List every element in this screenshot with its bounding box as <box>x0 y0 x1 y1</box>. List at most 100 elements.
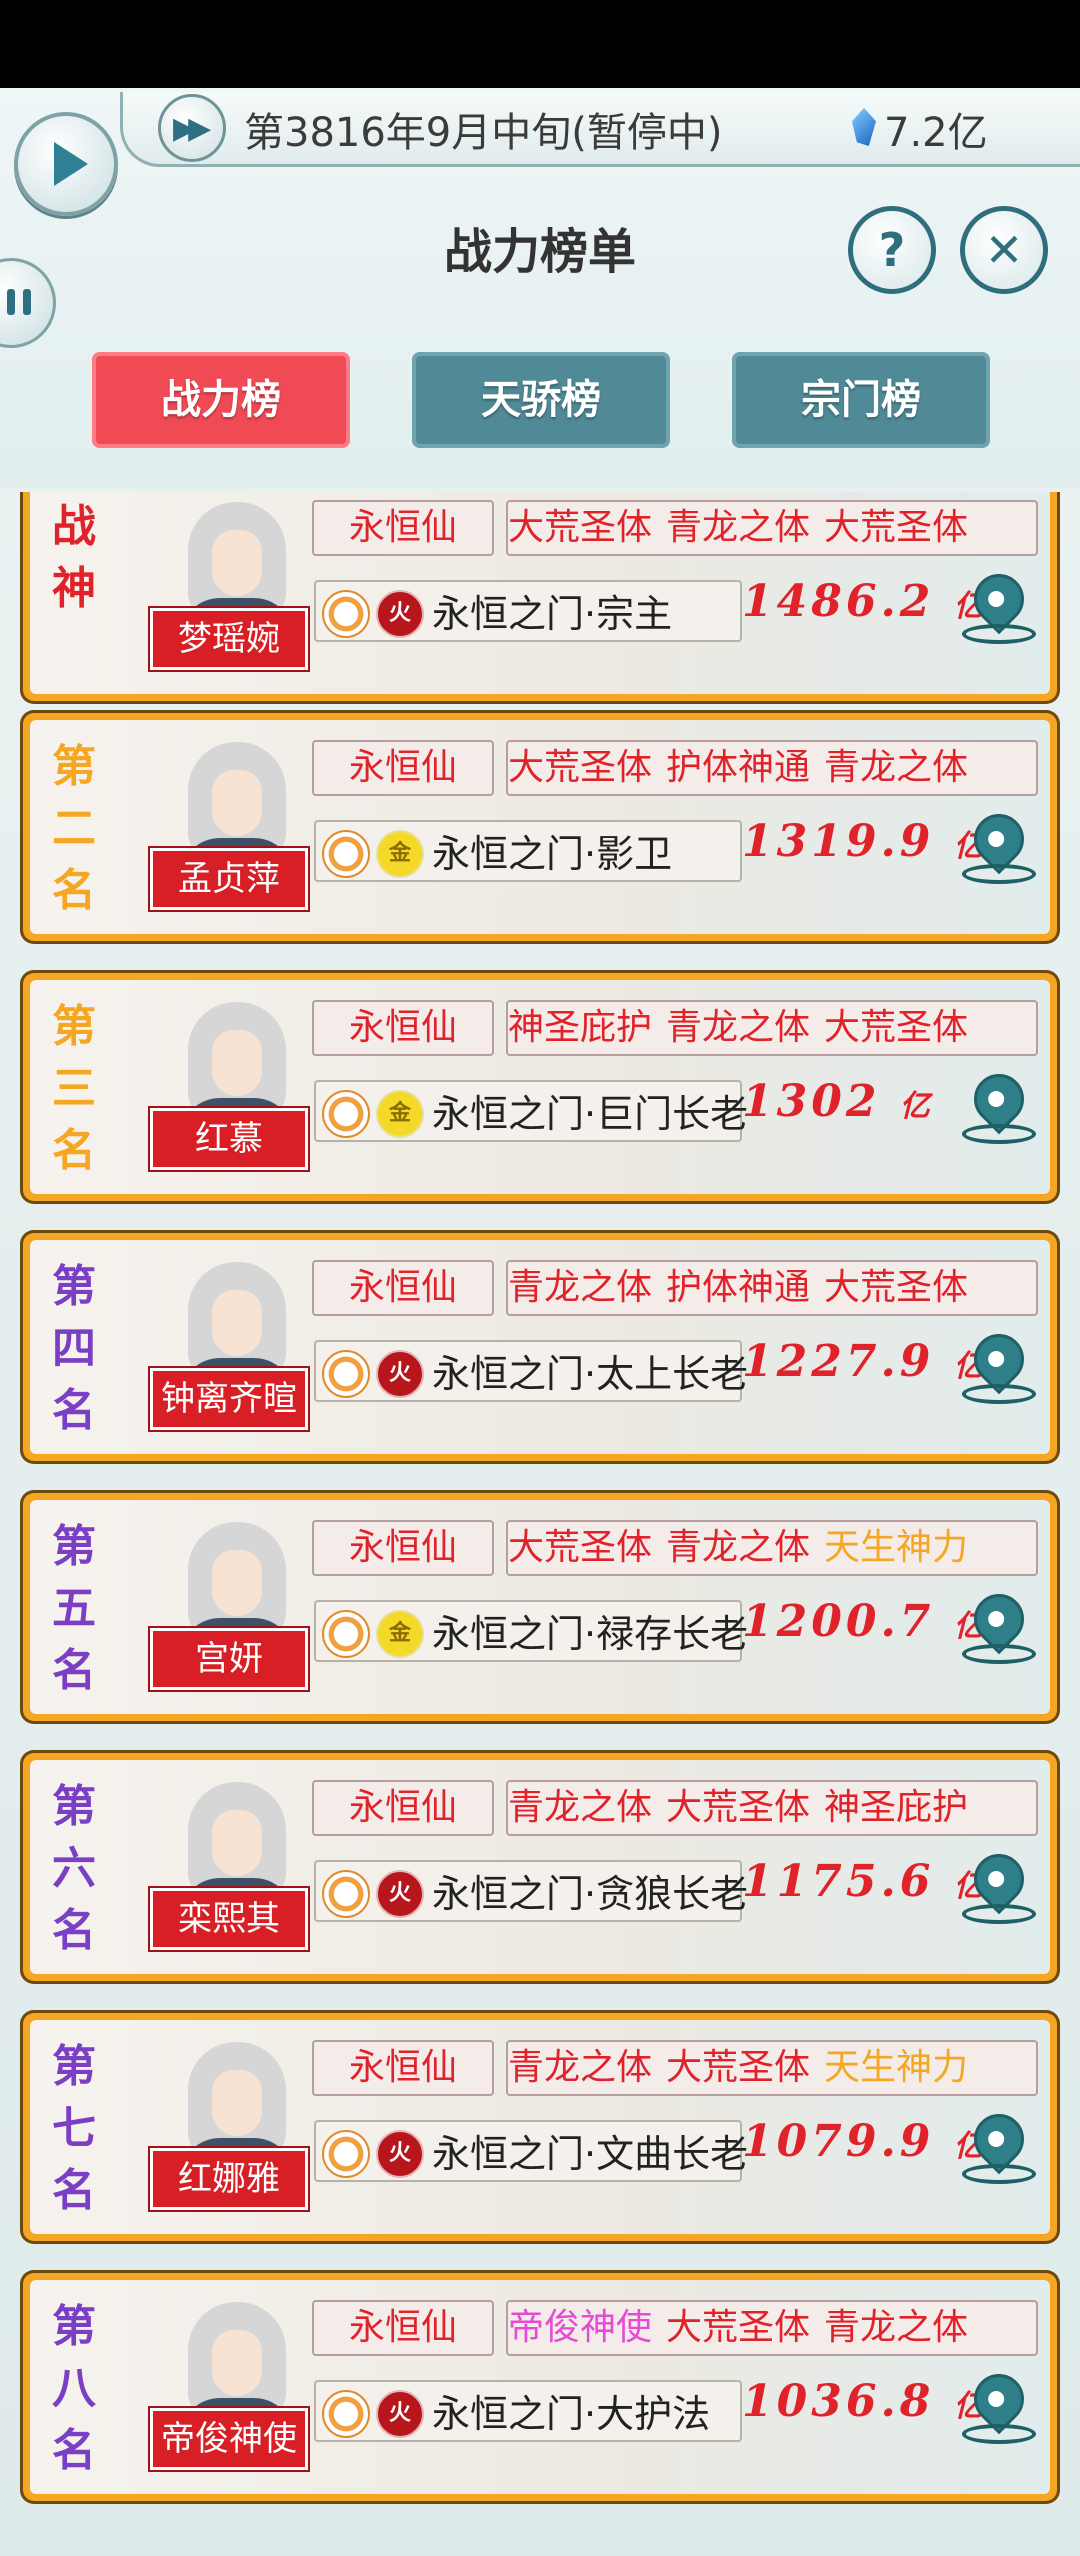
realm-label: 永恒仙 <box>312 1000 494 1056</box>
trait-label: 护体神通 <box>666 1267 811 1308</box>
location-icon-base <box>962 1124 1036 1144</box>
trait-label: 青龙之体 <box>508 1267 653 1308</box>
location-icon-base <box>962 624 1036 644</box>
sect-title: 永恒之门·巨门长老 <box>432 1091 749 1136</box>
trait-label: 青龙之体 <box>666 1007 811 1048</box>
location-icon-base <box>962 1904 1036 1924</box>
trait-label: 大荒圣体 <box>824 1267 969 1308</box>
card-body: 第三名 红慕 永恒仙 神圣庇护 青龙之体 大荒圣体金永恒之门·巨门长老 1302 亿 <box>30 980 1050 1194</box>
trait-label: 青龙之体 <box>508 1787 653 1828</box>
trait-label: 大荒圣体 <box>508 507 653 548</box>
rank-card[interactable]: 第七名 红娜雅 永恒仙 青龙之体 大荒圣体 天生神力火永恒之门·文曲长老 1079.9 亿 <box>20 2010 1060 2244</box>
sun-icon <box>322 1869 370 1918</box>
trait-label: 青龙之体 <box>824 2307 969 2348</box>
combat-power: 1036.8 亿 <box>742 2376 984 2427</box>
character-name: 栾熙其 <box>150 1888 308 1950</box>
character-name: 钟离齐暄 <box>150 1368 308 1430</box>
location-icon-base <box>962 1644 1036 1664</box>
character-name: 红娜雅 <box>150 2148 308 2210</box>
rank-card[interactable]: 第四名 钟离齐暄 永恒仙 青龙之体 护体神通 大荒圣体火永恒之门·太上长老 1227.9 亿 <box>20 1230 1060 1464</box>
rank-card[interactable]: 战神 梦瑶婉 永恒仙 大荒圣体 青龙之体 大荒圣体火永恒之门·宗主 1486.2 亿 <box>20 492 1060 704</box>
traits-box: 大荒圣体 青龙之体 天生神力 <box>506 1520 1038 1576</box>
card-body: 第五名 宫妍 永恒仙 大荒圣体 青龙之体 天生神力金永恒之门·禄存长老 1200.7 亿 <box>30 1500 1050 1714</box>
rank-label: 第七名 <box>52 2041 96 2216</box>
sect-box: 火永恒之门·太上长老 <box>314 1340 748 1402</box>
rank-card[interactable]: 第八名 帝俊神使 永恒仙 帝俊神使 大荒圣体 青龙之体火永恒之门·大护法 1036.8 亿 <box>20 2270 1060 2504</box>
help-icon[interactable]: ? <box>848 206 936 294</box>
traits-box: 帝俊神使 大荒圣体 青龙之体 <box>506 2300 1038 2356</box>
realm-label: 永恒仙 <box>312 500 494 556</box>
tab-power-rank[interactable]: 战力榜 <box>92 352 350 448</box>
sun-icon <box>322 2389 370 2438</box>
element-icon: 金 <box>376 829 424 878</box>
trait-label: 大荒圣体 <box>666 2047 811 2088</box>
sun-icon <box>322 1349 370 1398</box>
currency-amount: 7.2亿 <box>884 110 988 156</box>
sect-box: 火永恒之门·大护法 <box>314 2380 742 2442</box>
trait-label: 帝俊神使 <box>508 2307 653 2348</box>
traits-box: 青龙之体 护体神通 大荒圣体 <box>506 1260 1038 1316</box>
rank-card[interactable]: 第六名 栾熙其 永恒仙 青龙之体 大荒圣体 神圣庇护火永恒之门·贪狼长老 1175.6 亿 <box>20 1750 1060 1984</box>
sun-icon <box>322 1089 370 1138</box>
rank-card[interactable]: 第三名 红慕 永恒仙 神圣庇护 青龙之体 大荒圣体金永恒之门·巨门长老 1302 亿 <box>20 970 1060 1204</box>
ranking-list[interactable]: 战神 梦瑶婉 永恒仙 大荒圣体 青龙之体 大荒圣体火永恒之门·宗主 1486.2 亿第二名孟… <box>0 492 1080 2556</box>
trait-label: 大荒圣体 <box>666 1787 811 1828</box>
sun-icon <box>322 2129 370 2178</box>
sun-icon <box>322 589 370 638</box>
sect-box: 火永恒之门·宗主 <box>314 580 742 642</box>
element-icon: 金 <box>376 1089 424 1138</box>
sect-title: 永恒之门·文曲长老 <box>432 2131 749 2176</box>
trait-label: 大荒圣体 <box>824 507 969 548</box>
rank-label: 第三名 <box>52 1001 96 1176</box>
trait-label: 青龙之体 <box>508 2047 653 2088</box>
sun-icon <box>322 829 370 878</box>
location-icon-base <box>962 864 1036 884</box>
play-icon[interactable] <box>14 112 118 216</box>
tab-sect-rank[interactable]: 宗门榜 <box>732 352 990 448</box>
combat-power: 1319.9 亿 <box>742 816 984 867</box>
trait-label: 神圣庇护 <box>824 1787 969 1828</box>
combat-power: 1200.7 亿 <box>742 1596 984 1647</box>
trait-label: 青龙之体 <box>666 507 811 548</box>
tab-prodigy-rank[interactable]: 天骄榜 <box>412 352 670 448</box>
status-bar <box>0 0 1080 88</box>
rank-label: 战神 <box>52 501 96 614</box>
rank-label: 第四名 <box>52 1261 96 1436</box>
fast-forward-icon[interactable]: ▶▶ <box>158 94 226 162</box>
trait-label: 大荒圣体 <box>508 1527 653 1568</box>
card-body: 第二名 孟贞萍 永恒仙 大荒圣体 护体神通 青龙之体金永恒之门·影卫 1319.9 亿 <box>30 720 1050 934</box>
rank-card[interactable]: 第五名 宫妍 永恒仙 大荒圣体 青龙之体 天生神力金永恒之门·禄存长老 1200.7 亿 <box>20 1490 1060 1724</box>
trait-label: 青龙之体 <box>824 747 969 788</box>
traits-box: 神圣庇护 青龙之体 大荒圣体 <box>506 1000 1038 1056</box>
card-body: 第四名 钟离齐暄 永恒仙 青龙之体 护体神通 大荒圣体火永恒之门·太上长老 1227.9 亿 <box>30 1240 1050 1454</box>
sect-box: 金永恒之门·影卫 <box>314 820 742 882</box>
sun-icon <box>322 1609 370 1658</box>
sect-title: 永恒之门·太上长老 <box>432 1351 749 1396</box>
element-icon: 金 <box>376 1609 424 1658</box>
realm-label: 永恒仙 <box>312 2300 494 2356</box>
element-icon: 火 <box>376 1349 424 1398</box>
card-body: 第六名 栾熙其 永恒仙 青龙之体 大荒圣体 神圣庇护火永恒之门·贪狼长老 1175.6 亿 <box>30 1760 1050 1974</box>
rank-label: 第六名 <box>52 1781 96 1956</box>
sect-box: 火永恒之门·贪狼长老 <box>314 1860 748 1922</box>
character-name: 红慕 <box>150 1108 308 1170</box>
combat-power: 1175.6 亿 <box>742 1856 984 1907</box>
trait-label: 大荒圣体 <box>824 1007 969 1048</box>
character-name: 帝俊神使 <box>150 2408 308 2470</box>
realm-label: 永恒仙 <box>312 2040 494 2096</box>
rank-card[interactable]: 第二名 孟贞萍 永恒仙 大荒圣体 护体神通 青龙之体金永恒之门·影卫 1319.9 亿 <box>20 710 1060 944</box>
traits-box: 大荒圣体 青龙之体 大荒圣体 <box>506 500 1038 556</box>
realm-label: 永恒仙 <box>312 1260 494 1316</box>
sect-title: 永恒之门·禄存长老 <box>432 1611 749 1656</box>
trait-label: 青龙之体 <box>666 1527 811 1568</box>
close-icon[interactable]: ✕ <box>960 206 1048 294</box>
trait-label: 大荒圣体 <box>508 747 653 788</box>
sect-title: 永恒之门·大护法 <box>432 2391 711 2436</box>
trait-label: 神圣庇护 <box>508 1007 653 1048</box>
traits-box: 青龙之体 大荒圣体 神圣庇护 <box>506 1780 1038 1836</box>
sect-box: 金永恒之门·巨门长老 <box>314 1080 748 1142</box>
trait-label: 大荒圣体 <box>666 2307 811 2348</box>
character-name: 孟贞萍 <box>150 848 308 910</box>
sect-box: 火永恒之门·文曲长老 <box>314 2120 748 2182</box>
trait-label: 天生神力 <box>824 1527 969 1568</box>
